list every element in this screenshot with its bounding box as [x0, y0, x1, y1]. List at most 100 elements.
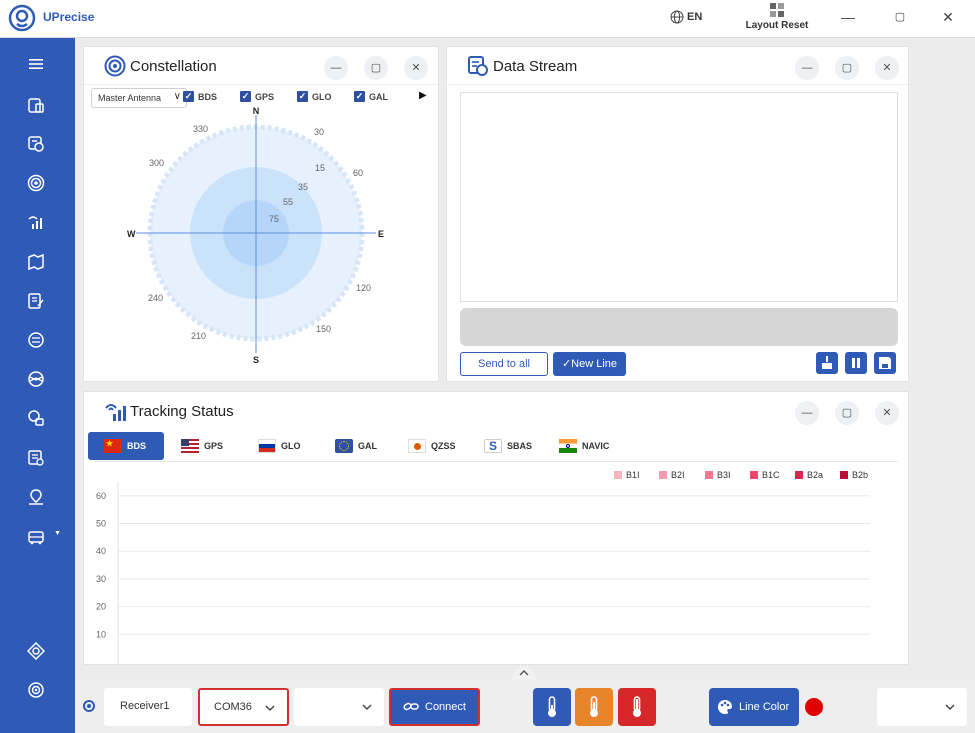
elevation-label: 55 — [283, 197, 293, 207]
tab-navic[interactable]: NAVIC — [559, 432, 609, 460]
sidebar-item-sync[interactable] — [22, 678, 50, 702]
chevron-down-icon — [362, 704, 372, 711]
extra-select[interactable] — [877, 688, 967, 726]
language-switch[interactable]: EN — [670, 10, 702, 24]
baudrate-select[interactable] — [294, 688, 384, 726]
data-stream-output[interactable] — [460, 92, 898, 302]
sbas-icon: S — [484, 439, 502, 453]
sidebar-item-map[interactable] — [22, 250, 50, 274]
constellation-maximize-button[interactable]: ▢ — [364, 56, 388, 80]
data-stream-maximize-button[interactable]: ▢ — [835, 56, 859, 80]
azimuth-label: 30 — [314, 127, 324, 137]
system-label-glo: GLO — [312, 91, 332, 102]
legend-label: B2I — [671, 470, 685, 480]
language-label: EN — [687, 11, 703, 23]
antenna-select[interactable]: Master Antenna ∨ — [91, 88, 187, 108]
sidebar-item-network[interactable] — [22, 406, 50, 430]
settings-icon — [28, 332, 44, 348]
pause-button[interactable] — [845, 352, 867, 374]
constellation-close-button[interactable]: ✕ — [404, 56, 428, 80]
system-label-bds: BDS — [198, 91, 218, 102]
minimize-button[interactable]: — — [838, 8, 858, 26]
tab-glo[interactable]: GLO — [258, 432, 301, 460]
report-icon — [28, 450, 44, 466]
sidebar-item-menu[interactable] — [22, 52, 50, 76]
log-icon — [28, 293, 44, 309]
line-color-label: Line Color — [739, 701, 790, 713]
legend-label: B1I — [626, 470, 640, 480]
y-tick-label: 60 — [96, 491, 106, 501]
scroll-right-icon[interactable]: ▶ — [419, 90, 427, 101]
temperature-low-button[interactable] — [533, 688, 571, 726]
tab-gps[interactable]: GPS — [181, 432, 223, 460]
clear-button[interactable] — [816, 352, 838, 374]
tab-qzss[interactable]: QZSS — [408, 432, 456, 460]
map-icon — [28, 253, 44, 271]
chevron-down-icon: ∨ — [173, 91, 181, 102]
azimuth-label: 60 — [353, 168, 363, 178]
sidebar-item-location[interactable] — [22, 485, 50, 509]
port-select[interactable]: COM36 — [198, 688, 289, 726]
system-checkbox-glo[interactable]: ✓ GLO — [297, 91, 332, 102]
system-checkbox-bds[interactable]: ✓ BDS — [183, 91, 217, 102]
sidebar: ▼ — [0, 38, 75, 733]
tab-sbas[interactable]: S SBAS — [484, 432, 532, 460]
tracking-status-title: Tracking Status — [130, 403, 234, 420]
line-color-swatch[interactable] — [805, 698, 823, 716]
legend-b2i: B2I — [659, 470, 685, 480]
sidebar-item-globe[interactable] — [22, 367, 50, 391]
new-line-button[interactable]: ✓New Line — [553, 352, 626, 376]
maximize-button[interactable]: ▢ — [890, 8, 910, 26]
system-checkbox-gps[interactable]: ✓ GPS — [240, 91, 274, 102]
connect-button[interactable]: Connect — [389, 688, 480, 726]
send-to-all-button[interactable]: Send to all — [460, 352, 548, 376]
system-checkbox-gal[interactable]: ✓ GAL — [354, 91, 388, 102]
line-color-button[interactable]: Line Color — [709, 688, 799, 726]
legend-swatch — [750, 471, 758, 479]
tab-bds[interactable]: ★ BDS — [88, 432, 164, 460]
save-button[interactable] — [874, 352, 896, 374]
sidebar-item-log[interactable] — [22, 289, 50, 313]
tracking-icon — [105, 404, 126, 421]
constellation-tabs: ★ BDS GPS GLO GAL QZSS S SBAS NAVIC — [88, 430, 898, 462]
azimuth-label: 120 — [356, 283, 371, 293]
legend-swatch — [840, 471, 848, 479]
data-stream-header: Data Stream — ▢ ✕ — [447, 47, 908, 85]
sidebar-item-tracking[interactable] — [22, 210, 50, 234]
sidebar-item-satellite[interactable] — [22, 639, 50, 663]
legend-label: B1C — [762, 470, 780, 480]
azimuth-label: 150 — [316, 324, 331, 334]
tab-label: BDS — [127, 441, 147, 451]
sidebar-item-vehicle[interactable]: ▼ — [22, 525, 61, 549]
sidebar-item-constellation[interactable] — [22, 171, 50, 195]
temperature-high-button[interactable] — [618, 688, 656, 726]
uprecise-logo-icon — [8, 4, 36, 32]
layout-reset-button[interactable]: Layout Reset — [744, 2, 810, 31]
sidebar-item-report[interactable] — [22, 446, 50, 470]
constellation-minimize-button[interactable]: — — [324, 56, 348, 80]
bottom-bar: Receiver1 COM36 Connect Line Color — [75, 680, 975, 733]
data-stream-icon — [28, 136, 44, 152]
sidebar-item-data-stream[interactable] — [22, 132, 50, 156]
data-stream-icon — [468, 56, 488, 76]
russia-flag-icon — [258, 439, 276, 453]
tab-gal[interactable]: GAL — [335, 432, 377, 460]
close-button[interactable]: ✕ — [938, 8, 958, 26]
sidebar-item-device[interactable] — [22, 93, 50, 117]
pause-icon — [852, 358, 860, 368]
legend-swatch — [705, 471, 713, 479]
tracking-close-button[interactable]: ✕ — [875, 401, 899, 425]
link-icon — [403, 702, 419, 711]
command-input[interactable] — [460, 308, 898, 346]
data-stream-close-button[interactable]: ✕ — [875, 56, 899, 80]
elevation-label: 75 — [269, 214, 279, 224]
app-title: UPrecise — [43, 10, 95, 24]
data-stream-minimize-button[interactable]: — — [795, 56, 819, 80]
temperature-mid-button[interactable] — [575, 688, 613, 726]
receiver-field[interactable]: Receiver1 — [104, 688, 192, 726]
tracking-maximize-button[interactable]: ▢ — [835, 401, 859, 425]
thermometer-icon — [633, 696, 641, 717]
menu-icon — [29, 59, 43, 69]
sidebar-item-settings[interactable] — [22, 328, 50, 352]
tracking-minimize-button[interactable]: — — [795, 401, 819, 425]
